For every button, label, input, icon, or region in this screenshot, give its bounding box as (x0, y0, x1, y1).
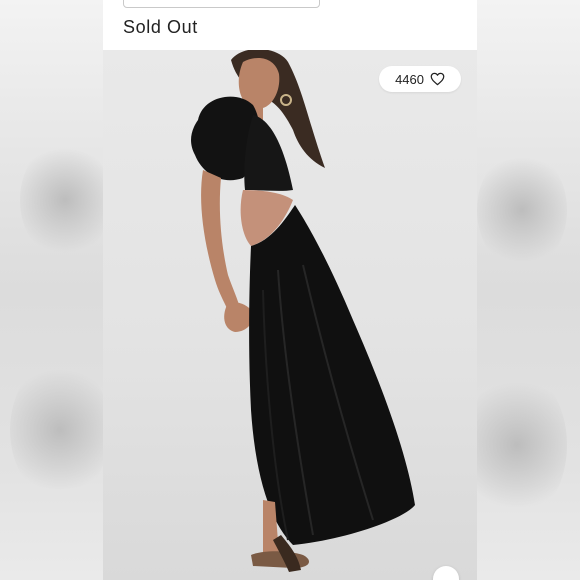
sold-out-label: Sold Out (123, 17, 198, 37)
blurred-backdrop-left (0, 0, 110, 580)
listing-card: Sold Out 4460 (103, 0, 477, 580)
model-in-black-dress (191, 50, 415, 572)
likes-count: 4460 (395, 71, 424, 87)
like-button[interactable]: 4460 (379, 66, 461, 92)
search-field[interactable] (123, 0, 320, 8)
heart-outline-icon (430, 72, 445, 86)
blurred-backdrop-right (467, 0, 580, 580)
product-photo[interactable]: 4460 (103, 50, 477, 580)
